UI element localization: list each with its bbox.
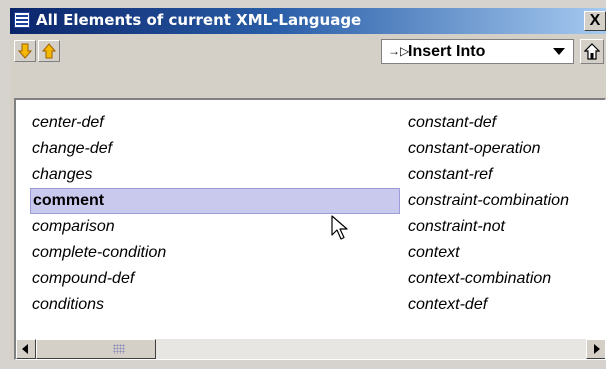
insert-mode-value: Insert Into [408, 43, 486, 60]
insert-into-icon: →▷ [388, 44, 410, 58]
grip-icon [113, 344, 125, 354]
list-item[interactable]: context [406, 240, 605, 266]
insert-mode-select[interactable]: →▷ Insert Into [381, 39, 574, 64]
toolbar: →▷ Insert Into [10, 34, 606, 68]
list-item[interactable]: change-def [30, 136, 400, 162]
list-item[interactable]: context-combination [406, 266, 605, 292]
chevron-down-icon[interactable] [553, 48, 565, 55]
list-item[interactable]: compound-def [30, 266, 400, 292]
move-down-button[interactable] [14, 40, 36, 62]
list-item[interactable]: constant-def [406, 110, 605, 136]
move-up-button[interactable] [38, 40, 60, 62]
close-button[interactable]: X [584, 11, 606, 31]
horizontal-scrollbar[interactable] [16, 339, 605, 359]
arrow-left-icon [22, 344, 28, 354]
close-icon: X [589, 12, 601, 29]
home-button[interactable] [580, 39, 604, 64]
elements-column-left: center-def change-def changes comment co… [30, 110, 400, 318]
arrow-right-icon [594, 344, 600, 354]
elements-dialog: All Elements of current XML-Language X →… [10, 8, 606, 360]
mouse-pointer-icon [331, 215, 349, 246]
scroll-thumb[interactable] [36, 339, 156, 359]
list-item[interactable]: constant-ref [406, 162, 605, 188]
list-item[interactable]: constraint-combination [406, 188, 605, 214]
scroll-right-button[interactable] [586, 339, 605, 359]
list-item[interactable]: constant-operation [406, 136, 605, 162]
list-item[interactable]: changes [30, 162, 400, 188]
scroll-left-button[interactable] [16, 339, 36, 359]
elements-list[interactable]: center-def change-def changes comment co… [14, 98, 606, 360]
list-item-selected[interactable]: comment [30, 188, 400, 214]
list-window-icon [14, 12, 30, 28]
list-item[interactable]: constraint-not [406, 214, 605, 240]
elements-column-right: constant-def constant-operation constant… [406, 110, 605, 318]
window-title: All Elements of current XML-Language [36, 11, 362, 29]
list-item[interactable]: conditions [30, 292, 400, 318]
title-bar[interactable]: All Elements of current XML-Language X [10, 8, 606, 34]
list-item[interactable]: context-def [406, 292, 605, 318]
list-item[interactable]: center-def [30, 110, 400, 136]
